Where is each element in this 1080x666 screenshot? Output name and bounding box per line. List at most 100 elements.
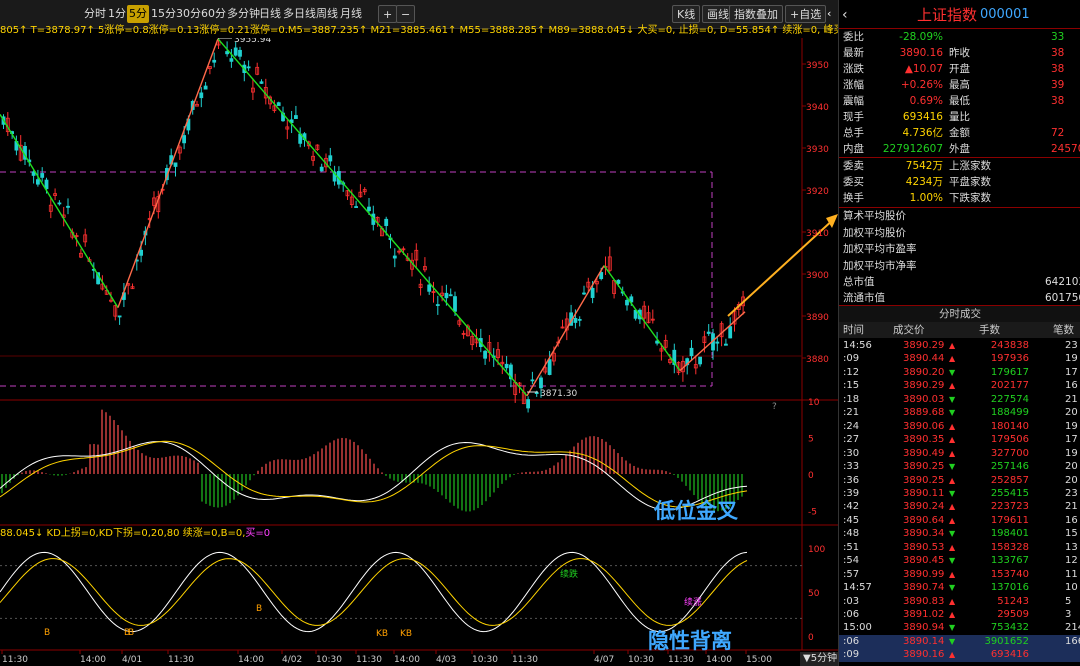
candle-body xyxy=(539,377,543,389)
trade-row[interactable]: :45 3890.64 ▲ 179611 16 xyxy=(839,514,1080,528)
trade-volume: 29509 xyxy=(997,609,1029,620)
kd-indicator-tail: 买=0 xyxy=(245,528,271,539)
trade-row[interactable]: :36 3890.25 ▲ 252857 20 xyxy=(839,474,1080,488)
trade-price: 3890.44 xyxy=(903,353,945,365)
candlestick-chart[interactable]: 3955.943871.30 B BB KB KBB续跌续涨 395039403930… xyxy=(0,38,838,666)
trade-row[interactable]: :24 3890.06 ▲ 180140 19 xyxy=(839,420,1080,434)
quote-label: 涨跌 xyxy=(843,63,864,75)
trade-direction-icon: ▲ xyxy=(949,435,956,445)
period-tab[interactable]: 月线 xyxy=(338,5,364,23)
trade-direction-icon: ▲ xyxy=(949,381,956,391)
trade-row[interactable]: :57 3890.99 ▲ 153740 11 xyxy=(839,568,1080,582)
candle-body xyxy=(504,363,509,369)
candle-body xyxy=(259,81,264,84)
trade-direction-icon: ▼ xyxy=(949,636,956,646)
trade-row[interactable]: 14:56 3890.29 ▲ 243838 23 xyxy=(839,339,1080,353)
quote-label: 内盘 xyxy=(843,143,864,155)
quote-value-2: 39 xyxy=(1051,79,1065,91)
kd-indicator-line: 88.045↓ KD上拐=0,KD下拐=0,20,80 续涨=0,B=0,买=0 xyxy=(0,527,760,541)
candle-body xyxy=(724,343,728,346)
trades-title: 分时成交 xyxy=(839,306,1080,322)
trade-price: 3890.35 xyxy=(903,434,945,446)
trade-row[interactable]: :48 3890.34 ▼ 198401 15 xyxy=(839,527,1080,541)
trade-volume: 179611 xyxy=(990,514,1029,526)
macd-panel-controls[interactable]: ? xyxy=(772,402,777,412)
order-label: 委卖 xyxy=(843,160,864,172)
price-tick: 3910 xyxy=(806,229,829,239)
quote-label-2: 最低 xyxy=(949,95,970,107)
trade-row[interactable]: :54 3890.45 ▼ 133767 12 xyxy=(839,554,1080,568)
trade-row[interactable]: :21 3889.68 ▼ 188499 20 xyxy=(839,406,1080,420)
candle-body xyxy=(233,47,238,56)
trades-header-time: 时间 xyxy=(843,324,864,336)
period-badge[interactable]: ▼5分钟 xyxy=(800,652,841,666)
trade-row[interactable]: :18 3890.03 ▼ 227574 21 xyxy=(839,393,1080,407)
kline-dropdown[interactable]: K线 xyxy=(672,5,701,23)
trade-row[interactable]: :12 3890.20 ▼ 179617 17 xyxy=(839,366,1080,380)
order-value: 1.00% xyxy=(909,192,943,204)
trade-direction-icon: ▲ xyxy=(949,542,956,552)
trade-count: 16 xyxy=(1065,380,1078,392)
trade-volume: 198401 xyxy=(990,528,1029,540)
time-tick: 14:00 xyxy=(80,655,106,665)
trade-time: :27 xyxy=(843,434,860,446)
trade-direction-icon: ▼ xyxy=(949,488,956,498)
period-tab[interactable]: 日线 xyxy=(257,5,283,23)
trade-count: 21 xyxy=(1065,501,1078,513)
period-tab[interactable]: 分时 xyxy=(82,5,108,23)
total-value: 601756 xyxy=(1045,292,1080,304)
trade-row[interactable]: :42 3890.24 ▲ 223723 21 xyxy=(839,500,1080,514)
trade-row[interactable]: :15 3890.29 ▲ 202177 16 xyxy=(839,379,1080,393)
quote-row: 委比 -28.09% 33 xyxy=(839,29,1080,45)
zoom-out-button[interactable]: − xyxy=(396,5,416,23)
trade-row[interactable]: :30 3890.49 ▲ 327700 19 xyxy=(839,447,1080,461)
trades-title-text: 分时成交 xyxy=(939,308,981,320)
chevron-left-icon[interactable]: ‹ xyxy=(842,4,848,26)
trade-volume: 327700 xyxy=(990,447,1029,459)
trade-price: 3890.25 xyxy=(903,461,945,473)
order-label-2: 平盘家数 xyxy=(949,176,991,188)
add-watchlist-button[interactable]: +自选 xyxy=(785,5,827,23)
trade-time: :45 xyxy=(843,514,860,526)
zigzag-segment xyxy=(679,311,746,372)
trade-time: :12 xyxy=(843,366,860,378)
trade-row[interactable]: :06 3890.14 ▼ 3901652 166 xyxy=(839,634,1080,649)
trade-row[interactable]: :51 3890.53 ▲ 158328 13 xyxy=(839,541,1080,555)
trade-row[interactable]: :27 3890.35 ▲ 179506 17 xyxy=(839,433,1080,447)
candle-body xyxy=(238,49,242,57)
trade-direction-icon: ▲ xyxy=(949,421,956,431)
period-tab[interactable]: 5分 xyxy=(127,5,149,23)
candle-body xyxy=(328,155,333,162)
back-arrow-icon[interactable]: ‹ xyxy=(825,5,833,23)
period-tab[interactable]: 周线 xyxy=(314,5,340,23)
trade-count: 17 xyxy=(1065,366,1078,378)
trade-row[interactable]: :03 3890.83 ▲ 51243 5 xyxy=(839,595,1080,609)
trade-price: 3890.74 xyxy=(903,582,945,594)
macd-tick: 10 xyxy=(808,398,820,408)
period-tab[interactable]: 60分 xyxy=(199,5,228,23)
period-tab[interactable]: 多日线 xyxy=(281,5,318,23)
stat-label: 加权平均市盈率 xyxy=(843,243,917,255)
trade-row[interactable]: :09 3890.16 ▲ 693416 xyxy=(839,648,1080,662)
trade-count: 15 xyxy=(1065,528,1078,540)
period-tab[interactable]: 1分 xyxy=(106,5,128,23)
quote-label: 涨幅 xyxy=(843,79,864,91)
quote-value: ▲10.07 xyxy=(904,63,943,75)
trade-row[interactable]: :39 3890.11 ▼ 255415 23 xyxy=(839,487,1080,501)
trade-direction-icon: ▲ xyxy=(949,448,956,458)
trade-direction-icon: ▲ xyxy=(949,502,956,512)
trade-row[interactable]: 14:57 3890.74 ▼ 137016 10 xyxy=(839,581,1080,595)
trade-row[interactable]: :33 3890.25 ▼ 257146 20 xyxy=(839,460,1080,474)
trade-row[interactable]: :09 3890.44 ▲ 197936 19 xyxy=(839,352,1080,366)
trade-count: 19 xyxy=(1065,420,1078,432)
trade-time: :33 xyxy=(843,461,860,473)
trade-row[interactable]: 15:00 3890.94 ▼ 753432 214 xyxy=(839,621,1080,635)
quote-row: 涨跌 ▲10.07 开盘 38 xyxy=(839,61,1080,77)
trade-row[interactable]: :06 3891.02 ▲ 29509 3 xyxy=(839,608,1080,622)
trade-count: 11 xyxy=(1065,568,1078,580)
zoom-in-button[interactable]: + xyxy=(378,5,398,23)
trade-count: 16 xyxy=(1065,514,1078,526)
index-overlay-button[interactable]: 指数叠加 xyxy=(729,5,783,23)
period-badge-text: 5分钟 xyxy=(810,653,838,664)
order-row: 换手 1.00% 下跌家数 xyxy=(839,190,1080,206)
